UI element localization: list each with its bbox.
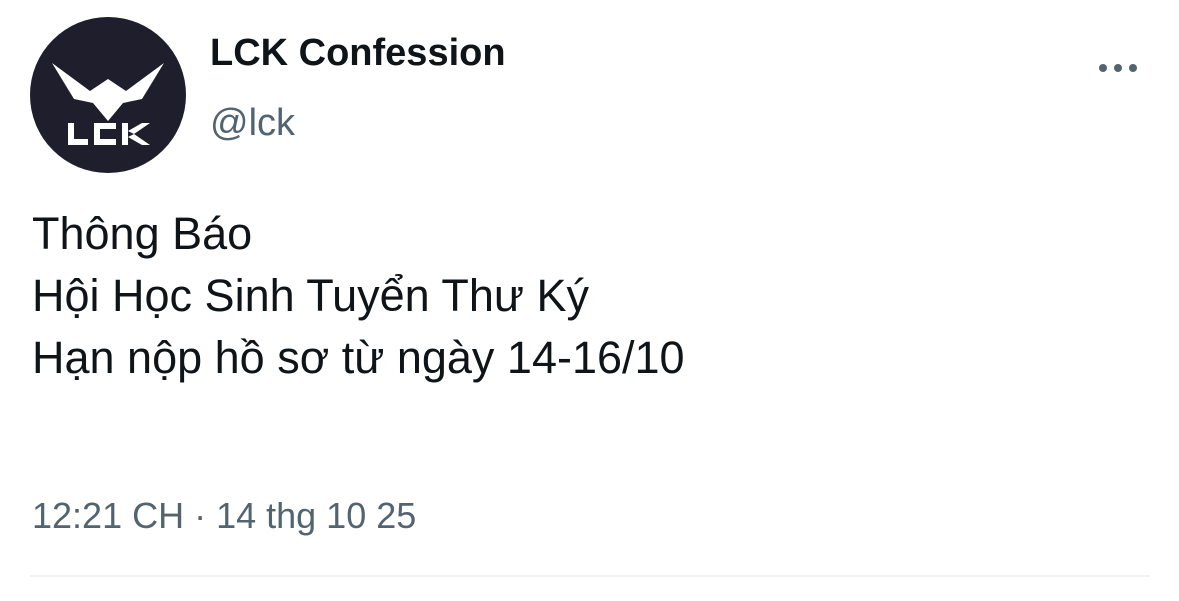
user-handle[interactable]: @lck	[210, 100, 295, 146]
more-horizontal-icon	[1099, 64, 1137, 72]
timestamp-separator: ·	[194, 495, 207, 536]
avatar[interactable]	[30, 17, 186, 173]
tweet-text-line: Thông Báo	[32, 208, 253, 259]
divider	[30, 575, 1150, 577]
display-name[interactable]: LCK Confession	[210, 30, 506, 76]
tweet-text-line: Hội Học Sinh Tuyển Thư Ký	[32, 270, 590, 321]
lck-logo-icon	[52, 63, 164, 145]
tweet: LCK Confession @lck Thông Báo Hội Học Si…	[0, 0, 1179, 601]
tweet-text-line: Hạn nộp hồ sơ từ ngày 14-16/10	[32, 332, 685, 383]
tweet-time: 12:21 CH	[32, 495, 185, 536]
tweet-date: 14 thg 10 25	[216, 495, 417, 536]
tweet-text: Thông Báo Hội Học Sinh Tuyển Thư Ký Hạn …	[32, 203, 685, 389]
tweet-timestamp[interactable]: 12:21 CH · 14 thg 10 25	[32, 493, 416, 539]
more-options-button[interactable]	[1090, 48, 1146, 88]
